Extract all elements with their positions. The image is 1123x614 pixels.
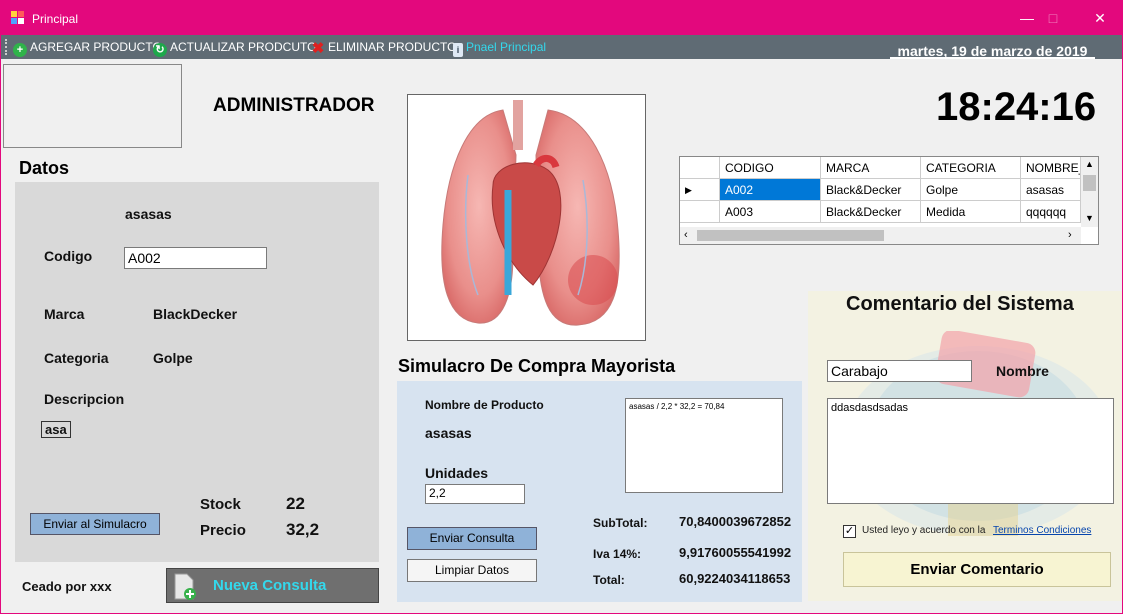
terms-text: Usted leyo y acuerdo con la (862, 525, 986, 536)
menu-item-label: AGREGAR PRODUCTO (30, 40, 162, 54)
menu-item-label: Pnael Principal (466, 40, 547, 54)
add-icon: + (13, 43, 27, 57)
credit-label: Ceado por xxx (22, 579, 112, 594)
comment-textarea[interactable]: ddasdasdsadas (827, 398, 1114, 504)
scroll-thumb[interactable] (1083, 175, 1096, 191)
grid-cell[interactable]: A002 (720, 179, 821, 201)
name-input[interactable]: Carabajo (827, 360, 972, 382)
iva-label: Iva 14%: (593, 547, 642, 561)
menu-bar: + AGREGAR PRODUCTO ↻ ACTUALIZAR PRODCUTO ✖… (1, 35, 1122, 59)
app-icon (11, 11, 25, 25)
grid-cell[interactable]: Golpe (921, 179, 1021, 201)
precio-value: 32,2 (286, 520, 320, 539)
clear-data-button[interactable]: Limpiar Datos (407, 559, 537, 582)
row-selector[interactable] (680, 201, 720, 223)
marca-label: Marca (44, 306, 85, 322)
send-query-button[interactable]: Enviar Consulta (407, 527, 537, 550)
units-label: Unidades (425, 465, 489, 481)
product-name-value: asasas (425, 425, 472, 441)
simulator-title: Simulacro De Compra Mayorista (398, 356, 676, 376)
grid-cell[interactable]: qqqqqq (1021, 201, 1081, 223)
grid-header-nombre[interactable]: NOMBRE_ (1021, 157, 1081, 179)
grid-cell[interactable]: Black&Decker (821, 179, 921, 201)
grid-cell[interactable]: Medida (921, 201, 1021, 223)
scroll-right-icon[interactable]: › (1068, 229, 1072, 241)
total-label: Total: (593, 573, 625, 587)
comment-panel: Comentario del Sistema Carabajo Nombre d… (808, 291, 1122, 601)
menu-item-actualizar[interactable]: ↻ ACTUALIZAR PRODCUTO (153, 39, 317, 57)
user-role: ADMINISTRADOR (213, 95, 375, 116)
vertical-scrollbar[interactable]: ▲ ▼ (1081, 157, 1098, 227)
window-title: Principal (32, 12, 79, 26)
scroll-left-icon[interactable]: ‹ (684, 229, 688, 241)
menu-item-agregar[interactable]: + AGREGAR PRODUCTO (13, 39, 162, 57)
calculation-log[interactable]: asasas / 2,2 * 32,2 = 70,84 (625, 398, 783, 493)
simulator-panel: Nombre de Producto asasas Unidades 2,2 a… (397, 381, 802, 602)
terms-link[interactable]: Terminos Condiciones (993, 525, 1091, 536)
iva-value: 9,91760055541992 (679, 545, 792, 560)
product-name: asasas (125, 206, 172, 222)
menu-item-label: ELIMINAR PRODUCTO (328, 40, 457, 54)
subtotal-label: SubTotal: (593, 516, 648, 530)
descripcion-value: asa (41, 421, 71, 438)
grid-header-categoria[interactable]: CATEGORIA (921, 157, 1021, 179)
delete-icon: ✖ (311, 40, 325, 57)
menu-item-panel-principal[interactable]: i Pnael Principal (453, 39, 547, 57)
toolbar-grip (5, 39, 8, 55)
anatomy-image (407, 94, 646, 341)
maximize-button[interactable]: □ (1030, 1, 1076, 35)
scroll-thumb-horizontal[interactable] (697, 230, 884, 241)
horizontal-scrollbar[interactable]: ‹ › (680, 227, 1081, 244)
marca-value: BlackDecker (153, 306, 238, 322)
datos-title: Datos (19, 158, 70, 178)
product-grid[interactable]: CODIGO MARCA CATEGORIA NOMBRE_ ▶ A002 Bl… (679, 156, 1099, 245)
categoria-value: Golpe (153, 350, 193, 366)
total-value: 60,9224034118653 (679, 571, 791, 586)
product-name-label: Nombre de Producto (425, 398, 544, 412)
date-display: martes, 19 de marzo de 2019 (890, 43, 1095, 59)
stock-value: 22 (286, 494, 305, 513)
close-button[interactable]: ✕ (1077, 1, 1123, 35)
precio-label: Precio (200, 522, 246, 539)
new-query-label: Nueva Consulta (213, 577, 327, 594)
send-to-simulator-button[interactable]: Enviar al Simulacro (30, 513, 160, 535)
menu-item-label: ACTUALIZAR PRODCUTO (170, 40, 317, 54)
grid-cell[interactable]: Black&Decker (821, 201, 921, 223)
units-input[interactable]: 2,2 (425, 484, 525, 504)
panel-icon: i (453, 43, 463, 57)
grid-corner (680, 157, 720, 179)
scroll-down-icon[interactable]: ▼ (1085, 213, 1094, 223)
grid-header-codigo[interactable]: CODIGO (720, 157, 821, 179)
comment-title: Comentario del Sistema (846, 293, 1074, 315)
subtotal-value: 70,8400039672852 (679, 514, 792, 529)
grid-header-marca[interactable]: MARCA (821, 157, 921, 179)
menu-item-eliminar[interactable]: ✖ ELIMINAR PRODUCTO (311, 39, 457, 57)
terms-checkbox[interactable]: ✓ (843, 525, 856, 538)
grid-cell[interactable]: asasas (1021, 179, 1081, 201)
scroll-up-icon[interactable]: ▲ (1085, 159, 1094, 169)
row-selector-icon[interactable]: ▶ (680, 179, 720, 201)
datos-panel: asasas Codigo A002 Marca BlackDecker Cat… (15, 182, 379, 562)
user-photo (3, 64, 182, 148)
name-label: Nombre (996, 363, 1049, 379)
categoria-label: Categoria (44, 350, 109, 366)
send-comment-button[interactable]: Enviar Comentario (843, 552, 1111, 587)
main-window: Principal — □ ✕ + AGREGAR PRODUCTO ↻ ACTUA… (0, 0, 1123, 614)
clock: 18:24:16 (936, 85, 1097, 129)
descripcion-label: Descripcion (44, 391, 125, 407)
refresh-icon: ↻ (153, 43, 167, 57)
grid-cell[interactable]: A003 (720, 201, 821, 223)
codigo-input[interactable]: A002 (124, 247, 267, 269)
new-file-icon (174, 573, 196, 600)
title-bar: Principal — □ ✕ (1, 1, 1122, 35)
new-query-button[interactable]: Nueva Consulta (166, 568, 379, 603)
stock-label: Stock (200, 496, 241, 513)
codigo-label: Codigo (44, 248, 93, 264)
